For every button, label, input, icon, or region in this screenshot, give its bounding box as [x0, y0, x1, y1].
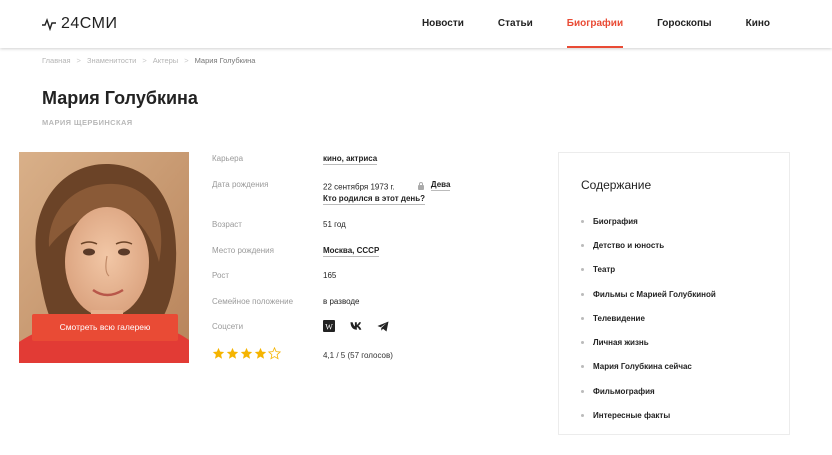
toc-item[interactable]: Интересные факты [581, 403, 716, 427]
toc-item[interactable]: Детство и юность [581, 233, 716, 257]
toc-item-label: Биография [593, 216, 638, 226]
toc-item[interactable]: Мария Голубкина сейчас [581, 355, 716, 379]
bullet-icon [581, 389, 584, 393]
career-link[interactable]: кино, актриса [323, 154, 378, 165]
toc-item[interactable]: Телевидение [581, 306, 716, 330]
birthplace-link[interactable]: Москва, СССР [323, 246, 380, 257]
toc-item[interactable]: Личная жизнь [581, 330, 716, 354]
bullet-icon [581, 219, 584, 223]
nav-item-cinema[interactable]: Кино [746, 0, 770, 48]
star-filled-icon[interactable] [254, 347, 267, 360]
fact-value: 22 сентября 1973 г. Дева [323, 180, 451, 192]
svg-text:W: W [325, 322, 333, 331]
bullet-icon [581, 414, 584, 418]
fact-label: Семейное положение [212, 297, 294, 306]
toc-list: Биография Детство и юность Театр Фильмы … [581, 209, 716, 428]
breadcrumb-separator: > [184, 56, 189, 65]
toc-title: Содержание [581, 178, 652, 192]
page-title: Мария Голубкина [42, 88, 198, 108]
wikipedia-icon[interactable]: W [323, 320, 335, 332]
star-filled-icon[interactable] [212, 347, 225, 360]
breadcrumb-separator: > [76, 56, 81, 65]
table-of-contents: Содержание Биография Детство и юность Те… [558, 152, 790, 435]
bullet-icon [581, 268, 584, 272]
fact-value: 51 год [323, 220, 346, 229]
fact-label: Возраст [212, 220, 242, 229]
zodiac-link[interactable]: Дева [430, 180, 451, 191]
toc-item-label: Мария Голубкина сейчас [593, 362, 692, 372]
fact-label: Место рождения [212, 246, 274, 255]
nav-item-news[interactable]: Новости [422, 0, 464, 48]
star-empty-icon[interactable] [268, 347, 281, 360]
star-filled-icon[interactable] [226, 347, 239, 360]
nav-item-horoscopes[interactable]: Гороскопы [657, 0, 712, 48]
zodiac[interactable]: Дева [417, 180, 451, 191]
toc-item-label: Интересные факты [593, 411, 671, 421]
rating-text: 4,1 / 5 (57 голосов) [323, 351, 393, 360]
site-logo[interactable]: 24СМИ [42, 14, 118, 34]
toc-item[interactable]: Фильмы с Марией Голубкиной [581, 282, 716, 306]
fact-value: в разводе [323, 297, 360, 306]
bullet-icon [581, 341, 584, 345]
breadcrumb: Главная > Знаменитости > Актеры > Мария … [42, 56, 255, 65]
breadcrumb-current: Мария Голубкина [194, 56, 256, 65]
toc-item-label: Фильмография [593, 386, 655, 396]
pulse-icon [42, 17, 56, 31]
breadcrumb-home[interactable]: Главная [42, 56, 71, 65]
toc-item-label: Театр [593, 265, 616, 275]
toc-item[interactable]: Биография [581, 209, 716, 233]
real-name-subtitle: МАРИЯ ЩЕРБИНСКАЯ [42, 118, 133, 127]
breadcrumb-separator: > [142, 56, 147, 65]
fact-value: 165 [323, 271, 337, 280]
fact-label: Карьера [212, 154, 244, 163]
logo-text: 24СМИ [61, 15, 118, 32]
vk-icon[interactable] [350, 320, 362, 332]
toc-item-label: Фильмы с Марией Голубкиной [593, 289, 716, 299]
toc-item[interactable]: Театр [581, 258, 716, 282]
site-header: 24СМИ Новости Статьи Биографии Гороскопы… [0, 0, 832, 48]
portrait-photo[interactable]: Смотреть всю галерею [19, 152, 189, 363]
zodiac-icon [417, 181, 424, 190]
toc-item[interactable]: Фильмография [581, 379, 716, 403]
fact-label: Рост [212, 271, 230, 280]
toc-item-label: Детство и юность [593, 240, 665, 250]
fact-label: Дата рождения [212, 180, 269, 189]
nav-item-articles[interactable]: Статьи [498, 0, 533, 48]
breadcrumb-actors[interactable]: Актеры [153, 56, 178, 65]
bullet-icon [581, 316, 584, 320]
rating-stars[interactable] [212, 347, 281, 360]
view-gallery-button[interactable]: Смотреть всю галерею [32, 314, 178, 341]
birth-date-value: 22 сентября 1973 г. [323, 182, 395, 192]
social-icons: W [323, 320, 389, 332]
toc-item-label: Личная жизнь [593, 338, 649, 348]
bullet-icon [581, 292, 584, 296]
toc-item-label: Телевидение [593, 313, 645, 323]
star-filled-icon[interactable] [240, 347, 253, 360]
telegram-icon[interactable] [377, 320, 389, 332]
fact-label: Соцсети [212, 322, 244, 331]
born-this-day-link[interactable]: Кто родился в этот день? [323, 194, 426, 205]
bullet-icon [581, 243, 584, 247]
nav-item-biographies[interactable]: Биографии [566, 0, 624, 48]
main-nav: Новости Статьи Биографии Гороскопы Кино [388, 0, 770, 48]
bullet-icon [581, 365, 584, 369]
breadcrumb-celebrities[interactable]: Знаменитости [87, 56, 136, 65]
